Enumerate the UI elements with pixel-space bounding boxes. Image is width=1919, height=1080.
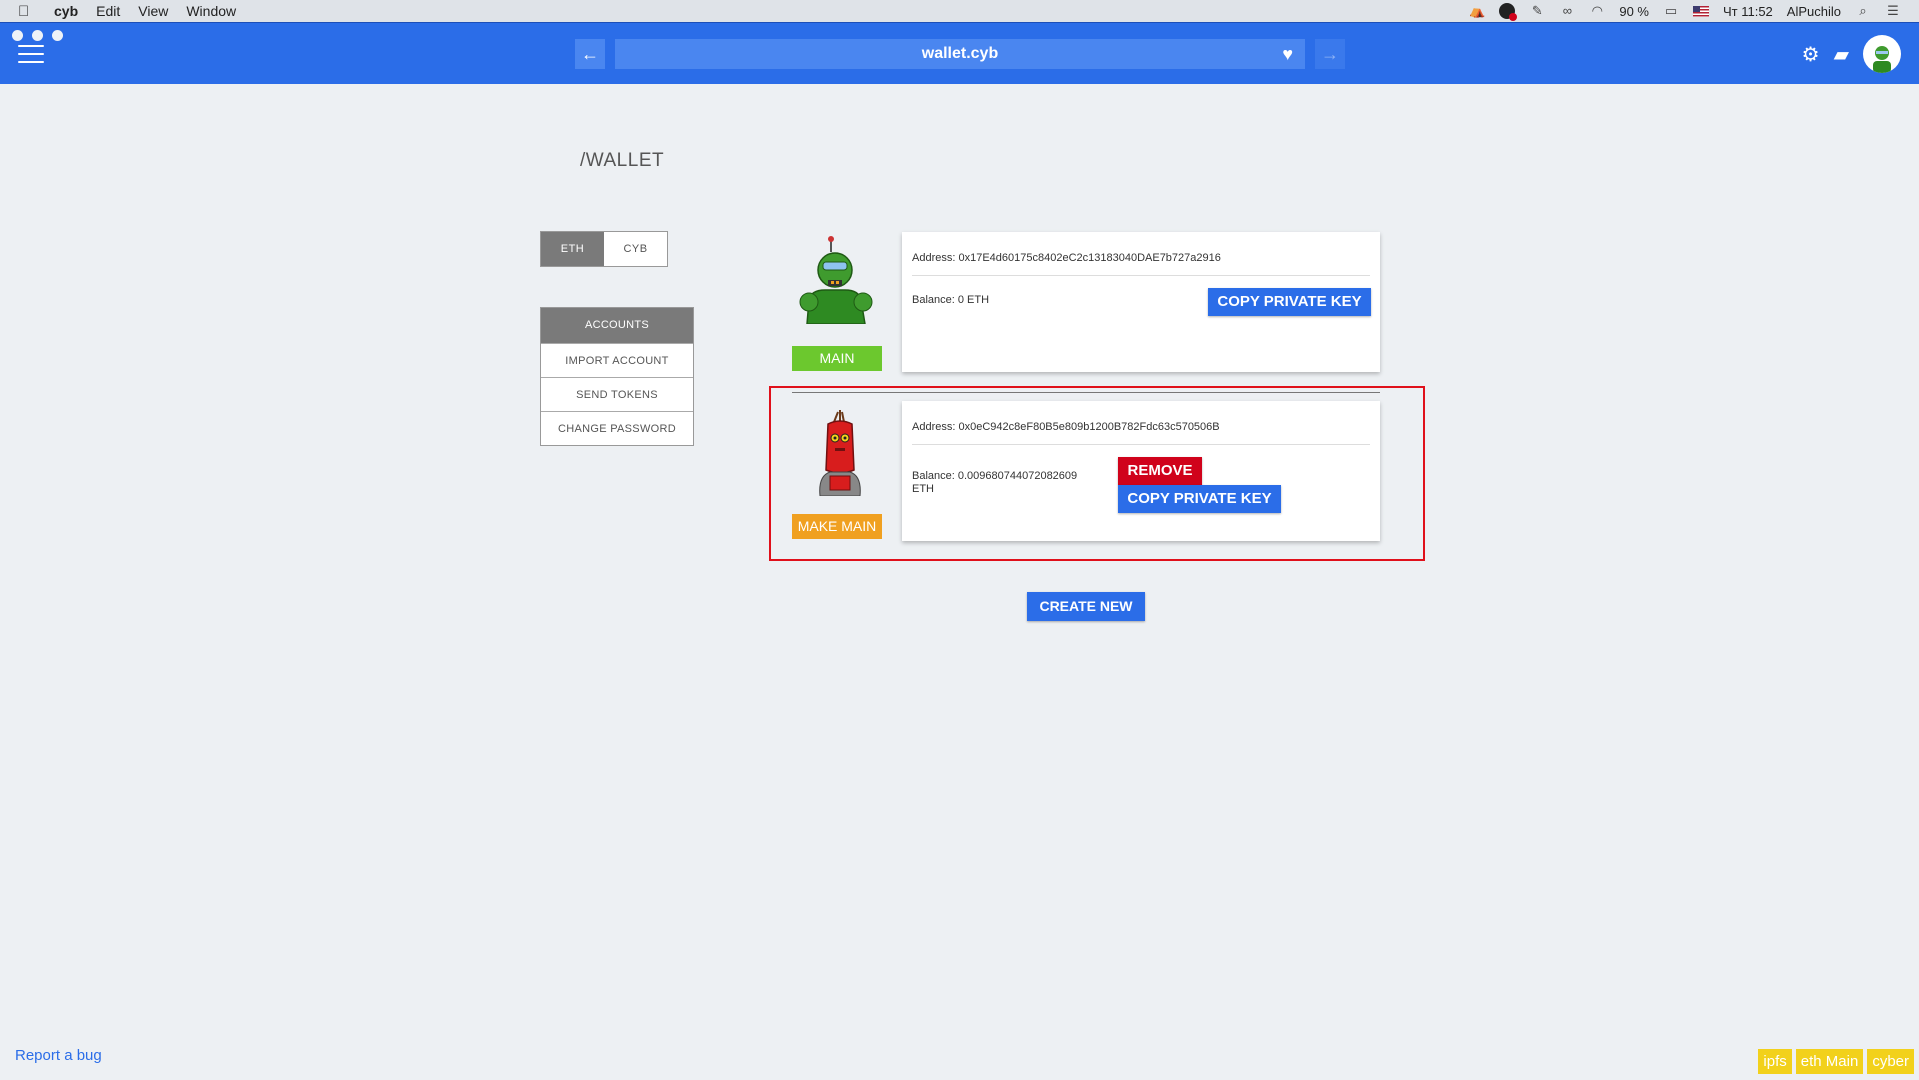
green-robot-avatar: [799, 236, 873, 324]
hamburger-menu-icon[interactable]: [18, 45, 44, 63]
clock[interactable]: Чт 11:52: [1723, 4, 1773, 19]
us-flag-icon[interactable]: [1692, 5, 1709, 17]
network-status-tags: ipfs eth Main cyber: [1758, 1049, 1914, 1074]
green-robot-avatar-icon: [1873, 46, 1891, 73]
user-name[interactable]: AlPuchilo: [1787, 4, 1841, 19]
gear-icon[interactable]: ⚙: [1802, 42, 1820, 67]
notification-app-icon[interactable]: [1499, 3, 1518, 21]
create-new-account-button[interactable]: CREATE NEW: [1027, 592, 1145, 621]
header-actions: ⚙ ▰: [1802, 35, 1901, 73]
report-bug-link[interactable]: Report a bug: [15, 1047, 102, 1064]
app-header: ← wallet.cyb ♥ → ⚙ ▰: [0, 22, 1919, 84]
card-divider: [912, 275, 1370, 276]
menu-send-tokens[interactable]: SEND TOKENS: [541, 377, 693, 411]
account-balance: Balance: 0.009680744072082609 ETH: [912, 470, 1077, 496]
menu-accounts[interactable]: ACCOUNTS: [541, 308, 693, 343]
account-address: Address: 0x0eC942c8eF80B5e809b1200B782Fd…: [912, 421, 1220, 433]
os-menubar:  cyb Edit View Window ⛺ ✎ ∞ ◠ 90 % ▭ Чт…: [0, 0, 1919, 22]
minimize-window-button[interactable]: [32, 30, 43, 41]
address-bar[interactable]: wallet.cyb ♥: [615, 39, 1305, 69]
copy-private-key-button[interactable]: COPY PRIVATE KEY: [1208, 288, 1371, 316]
back-arrow-icon[interactable]: ←: [575, 39, 605, 69]
url-text: wallet.cyb: [921, 45, 999, 62]
account-card-2: Address: 0x0eC942c8eF80B5e809b1200B782Fd…: [902, 401, 1380, 541]
wallet-menu: ACCOUNTS IMPORT ACCOUNT SEND TOKENS CHAN…: [540, 307, 694, 446]
account-card-1: Address: 0x17E4d60175c8402eC2c13183040DA…: [902, 232, 1380, 372]
account-balance-unit: ETH: [912, 483, 934, 495]
status-tag-eth[interactable]: eth Main: [1795, 1049, 1864, 1074]
make-main-button[interactable]: MAKE MAIN: [792, 514, 882, 539]
glasses-icon[interactable]: ∞: [1559, 4, 1575, 18]
card-divider: [912, 444, 1370, 445]
wifi-icon[interactable]: ◠: [1589, 4, 1605, 18]
account-balance-value: Balance: 0.009680744072082609: [912, 470, 1078, 482]
toggle-cyb[interactable]: CYB: [604, 232, 667, 266]
tent-icon[interactable]: ⛺: [1469, 4, 1485, 18]
menu-edit[interactable]: Edit: [96, 3, 120, 19]
toggle-eth[interactable]: ETH: [541, 232, 604, 266]
menubar-status-area: ⛺ ✎ ∞ ◠ 90 % ▭ Чт 11:52 AlPuchilo ⌕ ☰: [1469, 0, 1901, 22]
status-tag-cyber[interactable]: cyber: [1867, 1049, 1914, 1074]
battery-icon[interactable]: ▭: [1663, 4, 1679, 18]
page-title: /WALLET: [580, 150, 665, 171]
account-address: Address: 0x17E4d60175c8402eC2c13183040DA…: [912, 252, 1221, 264]
notification-center-icon[interactable]: ☰: [1885, 4, 1901, 18]
user-avatar[interactable]: [1863, 35, 1901, 73]
spotlight-search-icon[interactable]: ⌕: [1855, 4, 1871, 18]
heart-icon[interactable]: ♥: [1282, 39, 1293, 69]
battery-percent: 90 %: [1619, 3, 1649, 19]
feather-icon[interactable]: ✎: [1529, 4, 1545, 18]
window-controls: [12, 30, 63, 41]
red-robot-avatar: [819, 410, 861, 496]
account-balance: Balance: 0 ETH: [912, 294, 990, 306]
network-toggle: ETH CYB: [540, 231, 668, 267]
maximize-window-button[interactable]: [52, 30, 63, 41]
forward-arrow-icon[interactable]: →: [1315, 39, 1345, 69]
status-tag-ipfs[interactable]: ipfs: [1758, 1049, 1792, 1074]
menu-change-password[interactable]: CHANGE PASSWORD: [541, 411, 693, 445]
wallet-icon[interactable]: ▰: [1834, 42, 1849, 67]
menu-import-account[interactable]: IMPORT ACCOUNT: [541, 343, 693, 377]
remove-account-button[interactable]: REMOVE: [1118, 457, 1202, 485]
apple-icon[interactable]: : [18, 3, 38, 20]
menu-window[interactable]: Window: [186, 3, 236, 19]
close-window-button[interactable]: [12, 30, 23, 41]
copy-private-key-button[interactable]: COPY PRIVATE KEY: [1118, 485, 1281, 513]
menu-view[interactable]: View: [138, 3, 168, 19]
main-badge[interactable]: MAIN: [792, 346, 882, 371]
menu-app-name[interactable]: cyb: [54, 3, 78, 19]
